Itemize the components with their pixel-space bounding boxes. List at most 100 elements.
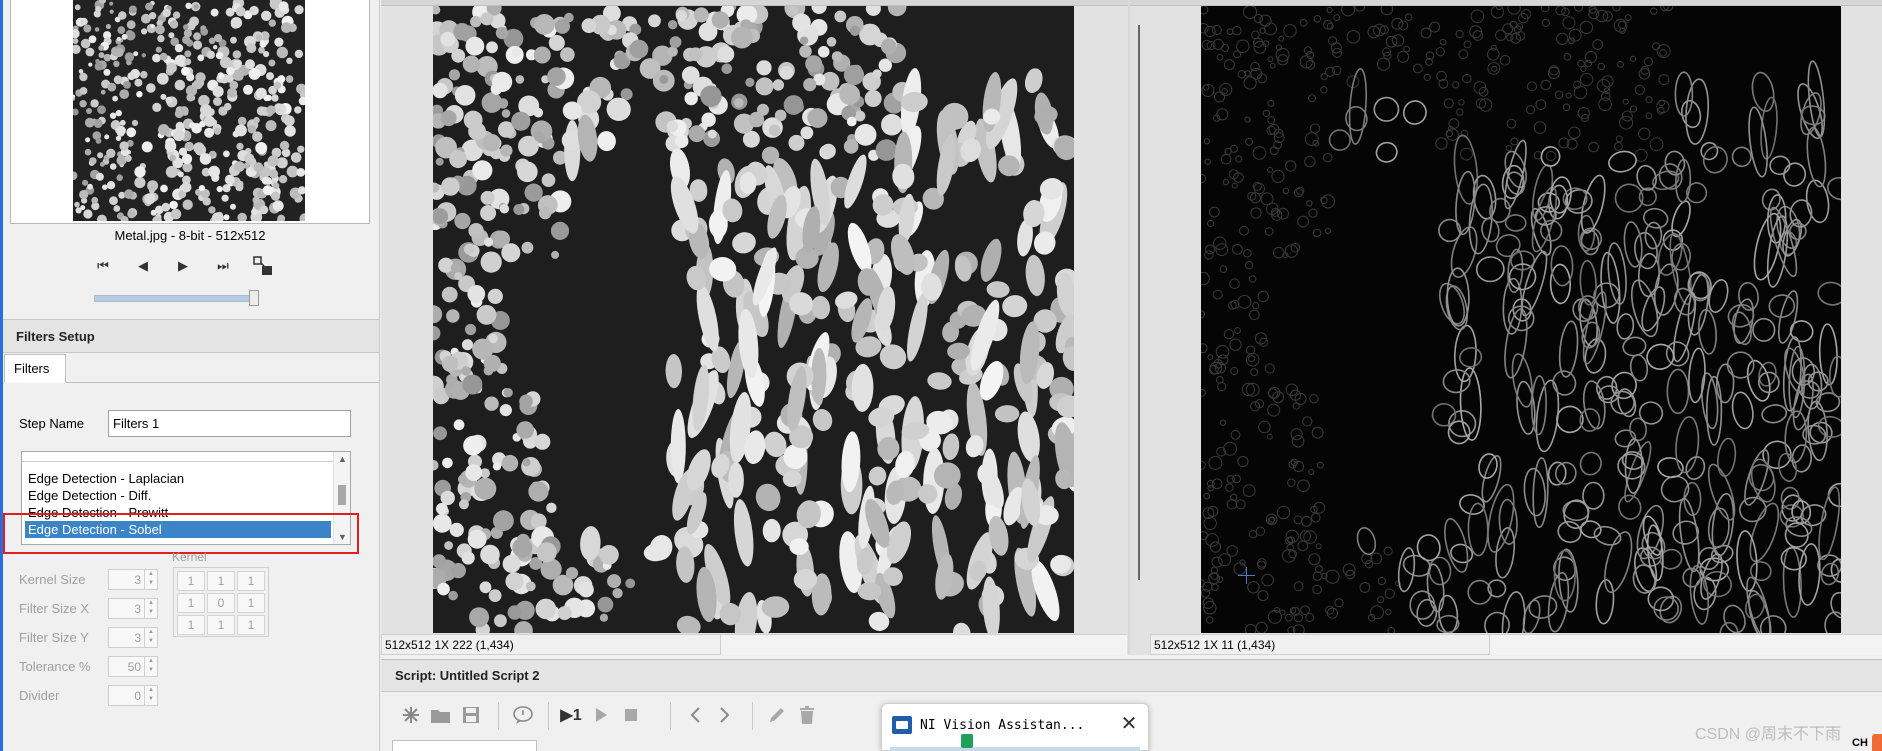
comment-icon (513, 706, 533, 724)
save-script-button[interactable] (457, 701, 485, 729)
run-once-button[interactable]: ▶1 (557, 701, 585, 729)
lock-icon (961, 734, 973, 748)
script-title: Script: Untitled Script 2 (395, 668, 540, 683)
last-image-button[interactable]: ⏭ (210, 253, 236, 279)
list-item-sobel[interactable]: Edge Detection - Sobel (25, 521, 331, 538)
kernel-cell[interactable]: 1 (237, 593, 265, 613)
status-bar-filler (721, 634, 1127, 655)
spinner-arrows-icon[interactable]: ▲ ▼ (144, 686, 157, 705)
stop-icon (625, 709, 637, 721)
script-header: Script: Untitled Script 2 (381, 659, 1882, 692)
next-image-button[interactable]: ▶ (170, 253, 196, 279)
preview-thumbnail-strip (890, 747, 1140, 751)
spinner-arrows-icon[interactable]: ▲ ▼ (144, 570, 157, 589)
ime-logo-icon (1872, 734, 1882, 751)
kernel-cell[interactable]: 0 (207, 593, 235, 613)
next-step-button[interactable] (711, 701, 739, 729)
toolbar-divider (498, 702, 499, 730)
folder-icon (431, 710, 450, 723)
kernel-cell[interactable]: 1 (207, 615, 235, 635)
image-caption: Metal.jpg - 8-bit - 512x512 (114, 228, 266, 243)
run-button[interactable] (587, 701, 615, 729)
stop-button[interactable] (617, 701, 645, 729)
original-image-status: 512x512 1X 222 (1,434) (381, 634, 721, 655)
toolbar-divider (548, 702, 549, 730)
step-name-input[interactable] (108, 410, 351, 437)
toolbar-divider (670, 702, 671, 730)
ime-indicator[interactable]: CH (1852, 737, 1868, 749)
filter-size-y-field[interactable]: 3 ▲ ▼ (108, 627, 158, 648)
thumbnail-image (73, 0, 305, 221)
slider-track (94, 295, 258, 302)
view-switch-icon (253, 256, 272, 275)
kernel-cell[interactable]: 1 (207, 571, 235, 591)
kernel-cell[interactable]: 1 (177, 593, 205, 613)
delete-step-button[interactable] (793, 701, 821, 729)
scroll-down-icon[interactable]: ▼ (338, 532, 347, 542)
image-slider[interactable] (94, 290, 264, 306)
new-icon (403, 707, 419, 723)
previous-step-button[interactable] (681, 701, 709, 729)
original-image (433, 6, 1074, 633)
spinner-arrows-icon[interactable]: ▲ ▼ (144, 628, 157, 647)
tolerance-field[interactable]: 50 ▲ ▼ (108, 656, 158, 677)
original-image-view[interactable] (433, 6, 1074, 633)
close-icon[interactable]: ✕ (1118, 714, 1140, 736)
filter-size-x-value: 3 (134, 602, 141, 616)
open-script-button[interactable] (427, 701, 455, 729)
filter-size-y-value: 3 (134, 631, 141, 645)
tab-divider (66, 382, 379, 383)
filter-size-y-label: Filter Size Y (19, 630, 89, 645)
kernel-cell[interactable]: 1 (237, 571, 265, 591)
new-script-button[interactable] (397, 701, 425, 729)
kernel-size-label: Kernel Size (19, 572, 86, 587)
list-item-diff[interactable]: Edge Detection - Diff. (25, 487, 331, 504)
spinner-arrows-icon[interactable]: ▲ ▼ (144, 657, 157, 676)
step-name-label: Step Name (19, 416, 85, 431)
left-panel: Metal.jpg - 8-bit - 512x512 ⏮ ◀ ▶ ⏭ Filt… (0, 0, 380, 751)
list-item-laplacian[interactable]: Edge Detection - Laplacian (25, 470, 331, 487)
toggle-view-button[interactable] (250, 253, 276, 279)
step-info-button[interactable] (509, 701, 537, 729)
processed-image-view[interactable] (1201, 6, 1841, 633)
crosshair-cursor-icon (1238, 567, 1255, 584)
slider-thumb[interactable] (249, 290, 259, 306)
processed-image-status: 512x512 1X 11 (1,434) (1150, 634, 1490, 655)
status-bar-filler (1490, 634, 1882, 655)
processed-image (1201, 6, 1841, 633)
previous-image-button[interactable]: ◀ (130, 253, 156, 279)
edit-step-button[interactable] (763, 701, 791, 729)
spinner-arrows-icon[interactable]: ▲ ▼ (144, 599, 157, 618)
list-scrollbar[interactable]: ▲ ▼ (333, 452, 350, 544)
kernel-cell[interactable]: 1 (177, 571, 205, 591)
pencil-icon (770, 708, 784, 722)
divider-value: 0 (134, 689, 141, 703)
kernel-cell[interactable]: 1 (177, 615, 205, 635)
list-item-prewitt[interactable]: Edge Detection - Prewitt (25, 504, 331, 521)
divider-field[interactable]: 0 ▲ ▼ (108, 685, 158, 706)
tab-filters[interactable]: Filters (4, 354, 66, 383)
filter-list[interactable]: Edge Detection - Laplacian Edge Detectio… (21, 451, 351, 545)
ni-vision-app-icon (892, 716, 912, 734)
filters-setup-title: Filters Setup (16, 329, 95, 344)
play-icon (596, 708, 607, 722)
filters-setup-header: Filters Setup (3, 319, 379, 353)
image-navigation: ⏮ ◀ ▶ ⏭ (90, 253, 290, 279)
view-splitter[interactable] (1128, 0, 1140, 655)
scroll-up-icon[interactable]: ▲ (338, 454, 347, 464)
thumbnail-frame (10, 0, 370, 224)
scroll-thumb[interactable] (338, 485, 346, 505)
splitter-handle[interactable] (1138, 25, 1140, 580)
divider-label: Divider (19, 688, 60, 703)
taskbar-preview-popup[interactable]: NI Vision Assistan... ✕ (881, 703, 1149, 751)
first-image-button[interactable]: ⏮ (90, 253, 116, 279)
save-icon (463, 707, 479, 723)
toolbar-divider (752, 702, 753, 730)
filter-size-x-field[interactable]: 3 ▲ ▼ (108, 598, 158, 619)
tolerance-value: 50 (127, 660, 141, 674)
script-step-tab[interactable] (392, 740, 537, 751)
kernel-size-value: 3 (134, 573, 141, 587)
tolerance-label: Tolerance % (19, 659, 91, 674)
kernel-size-field[interactable]: 3 ▲ ▼ (108, 569, 158, 590)
kernel-cell[interactable]: 1 (237, 615, 265, 635)
